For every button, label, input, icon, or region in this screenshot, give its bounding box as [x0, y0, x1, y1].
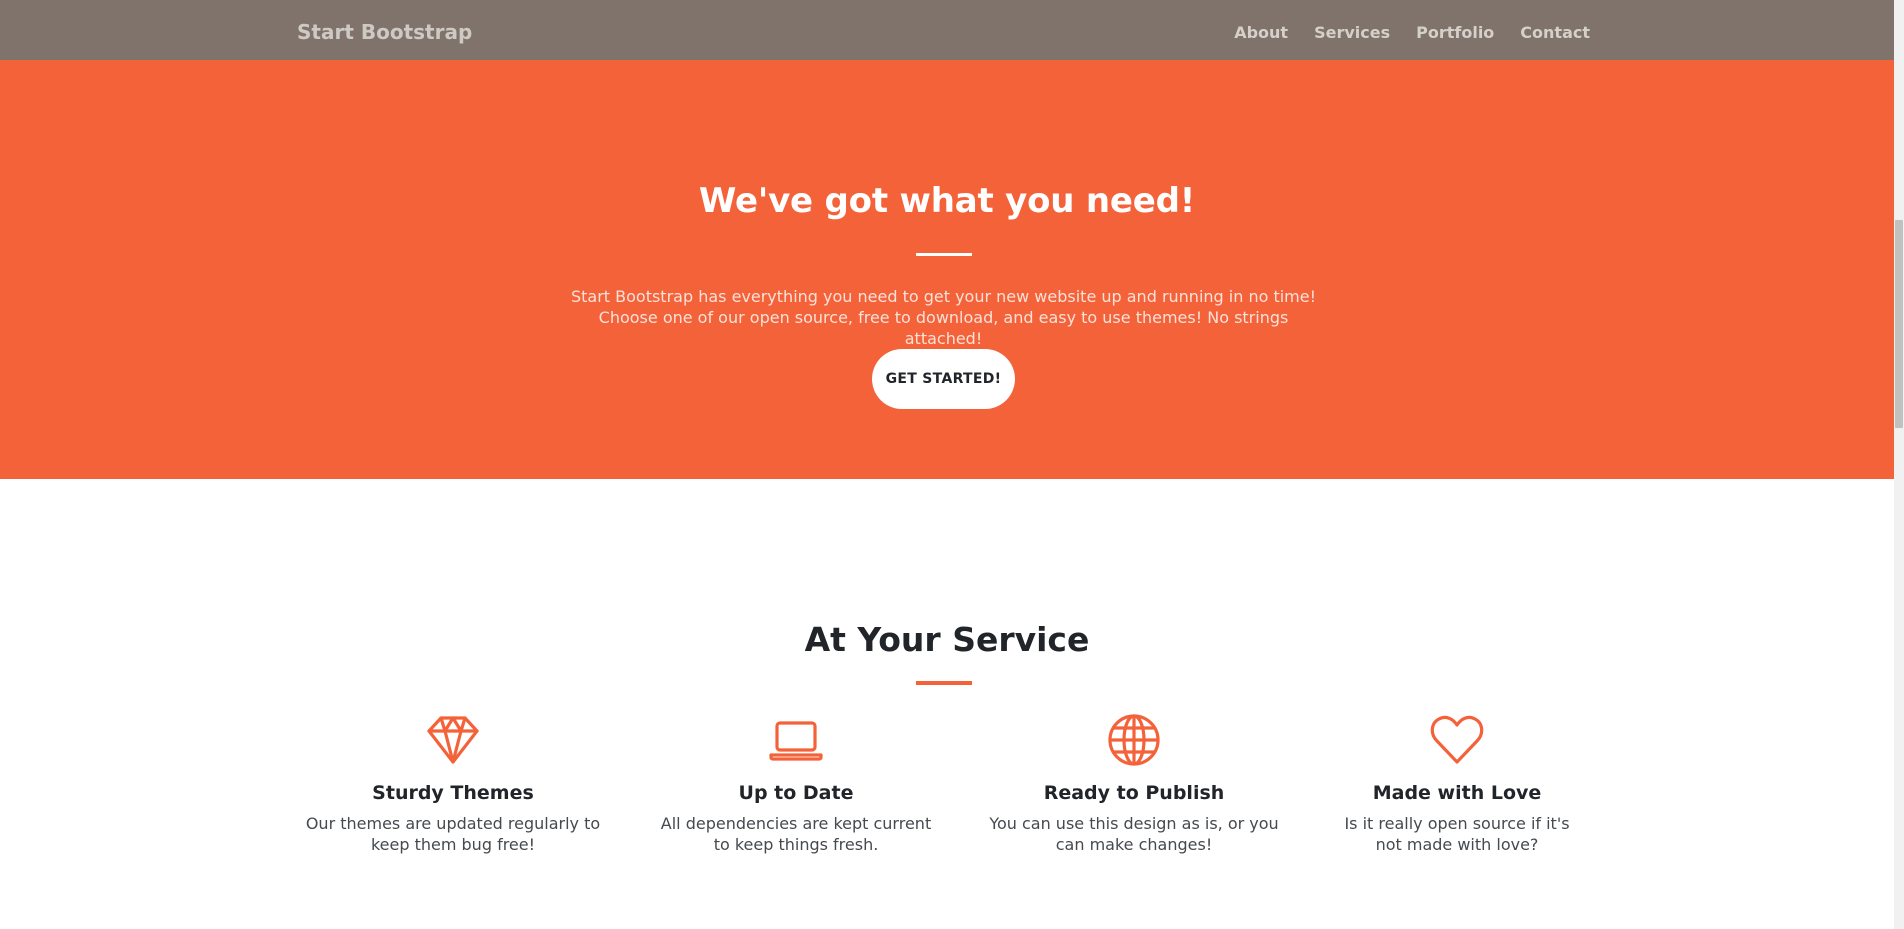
nav-link-services[interactable]: Services: [1314, 23, 1390, 42]
hero-divider: [916, 253, 972, 256]
navbar: Start Bootstrap About Services Portfolio…: [0, 0, 1894, 60]
nav-link-contact[interactable]: Contact: [1520, 23, 1590, 42]
page: Start Bootstrap About Services Portfolio…: [0, 0, 1894, 929]
get-started-button[interactable]: GET STARTED!: [872, 349, 1015, 409]
services-title: At Your Service: [804, 620, 1090, 659]
service-text: All dependencies are kept current to kee…: [660, 814, 932, 854]
scrollbar-thumb[interactable]: [1895, 220, 1903, 428]
service-title: Sturdy Themes: [372, 782, 534, 804]
nav-link-about[interactable]: About: [1234, 23, 1288, 42]
service-item-up-to-date: Up to Date All dependencies are kept cur…: [636, 712, 956, 855]
nav-links: About Services Portfolio Contact: [1234, 23, 1590, 42]
browser-viewport: Start Bootstrap About Services Portfolio…: [0, 0, 1904, 929]
services-divider: [916, 681, 972, 685]
hero-lead-text: Start Bootstrap has everything you need …: [570, 287, 1317, 348]
service-text: Our themes are updated regularly to keep…: [305, 814, 601, 854]
hero-title: We've got what you need!: [698, 181, 1196, 221]
hero-section: We've got what you need! Start Bootstrap…: [0, 60, 1894, 479]
service-text: Is it really open source if it's not mad…: [1344, 814, 1570, 854]
service-title: Up to Date: [738, 782, 854, 804]
gem-icon: [427, 716, 479, 764]
heart-icon: [1430, 715, 1484, 764]
laptop-icon: [769, 721, 823, 761]
service-item-sturdy-themes: Sturdy Themes Our themes are updated reg…: [293, 712, 613, 855]
page-scrollbar[interactable]: [1894, 0, 1904, 929]
service-text: You can use this design as is, or you ca…: [989, 814, 1279, 854]
service-title: Ready to Publish: [1043, 782, 1225, 804]
service-item-made-with-love: Made with Love Is it really open source …: [1297, 712, 1617, 855]
nav-link-portfolio[interactable]: Portfolio: [1416, 23, 1494, 42]
service-title: Made with Love: [1372, 782, 1542, 804]
brand-link[interactable]: Start Bootstrap: [297, 20, 472, 44]
service-item-ready-to-publish: Ready to Publish You can use this design…: [974, 712, 1294, 855]
globe-icon: [1108, 714, 1160, 766]
